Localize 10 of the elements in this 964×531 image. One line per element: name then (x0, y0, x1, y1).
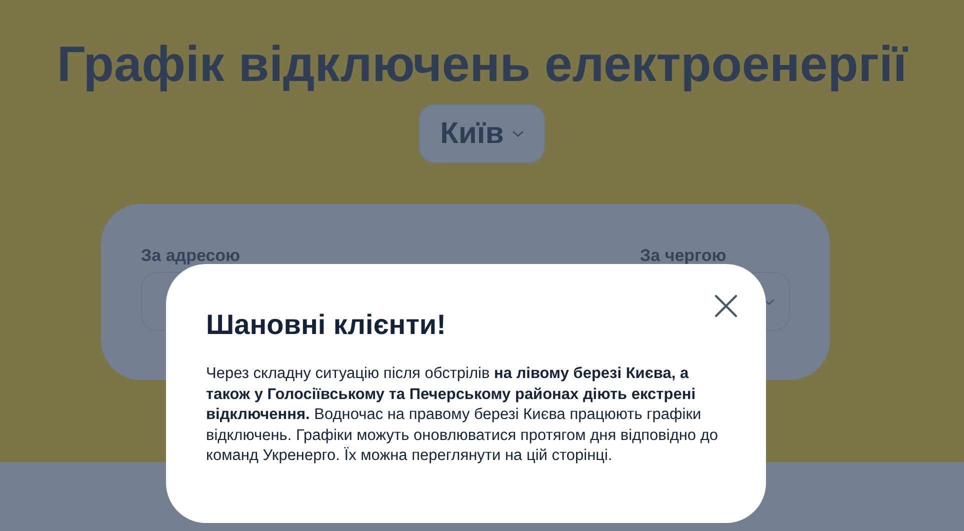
caret-icon (512, 130, 524, 138)
dialog-title: Шановні клієнти! (206, 308, 447, 342)
close-button[interactable] (712, 292, 740, 320)
field-label: За чергою (640, 246, 728, 266)
caret-icon (763, 298, 775, 306)
page-title: Графік відключень електроенергії (56, 35, 909, 94)
city-dropdown[interactable]: Київ (419, 104, 545, 163)
dialog-message: Через складну ситуацію після обстрілів на лівому березі Києва, а також у Голосіївському та Печерському районах діють екстрені відключення. Водночас на правому березі Києва працюють графіки відключень. Графіки можуть оновлюватися протягом дня відповідно до команд Укренерго. Їх можна переглянути на цій сторінці. (206, 364, 720, 466)
close-icon (714, 294, 738, 318)
field-label: За адресою (141, 246, 242, 266)
